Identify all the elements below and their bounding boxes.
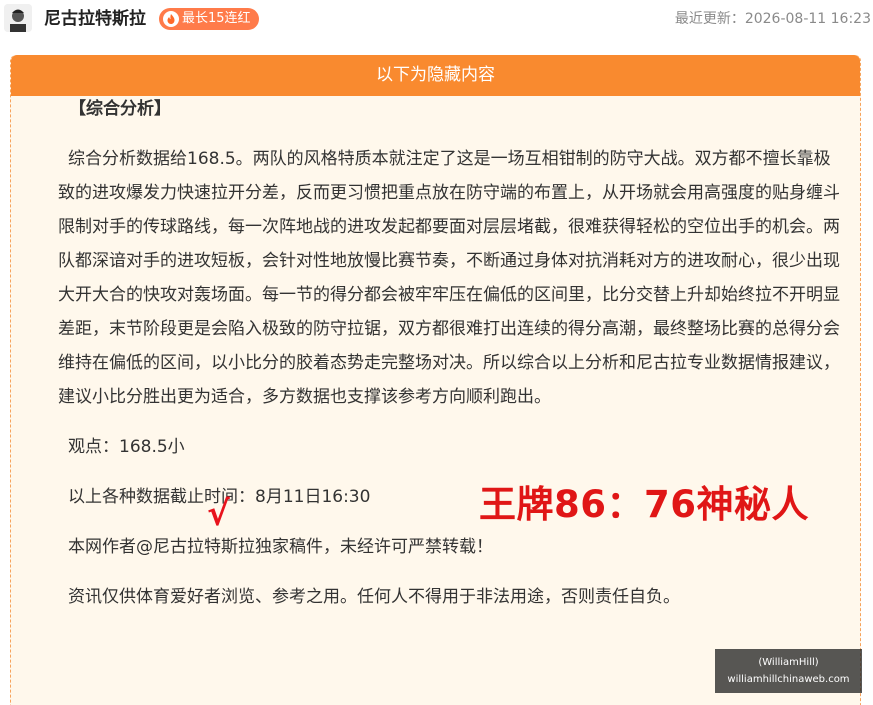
watermark-line-1: (WilliamHill): [758, 657, 819, 668]
check-mark-annotation: √: [207, 494, 230, 534]
streak-badge-label: 最长15连红: [182, 11, 251, 26]
analysis-paragraph: 综合分析数据给168.5。两队的风格特质本就注定了这是一场互相钳制的防守大战。双…: [57, 142, 847, 414]
author-name[interactable]: 尼古拉特斯拉: [44, 8, 146, 30]
disclaimer-line: 资讯仅供体育爱好者浏览、参考之用。任何人不得用于非法用途，否则责任自负。: [68, 587, 680, 607]
final-score-annotation: 王牌86：76神秘人: [479, 483, 809, 526]
hidden-content-title: 以下为隐藏内容: [11, 55, 860, 96]
article-body: 【综合分析】 综合分析数据给168.5。两队的风格特质本就注定了这是一场互相钳制…: [57, 92, 847, 614]
flame-icon: [163, 11, 179, 27]
analysis-paragraph-text: 综合分析数据给168.5。两队的风格特质本就注定了这是一场互相钳制的防守大战。双…: [58, 149, 840, 407]
streak-badge: 最长15连红: [159, 8, 259, 30]
avatar-portrait-icon: [4, 4, 32, 32]
copyright-line: 本网作者@尼古拉特斯拉独家稿件，未经许可严禁转载！: [68, 537, 493, 557]
watermark-overlay: (WilliamHill) williamhillchinaweb.com: [715, 649, 862, 693]
section-title: 【综合分析】: [69, 99, 171, 119]
last-updated-time: 最近更新：2026-08-11 16:23: [674, 11, 871, 27]
author-avatar[interactable]: [4, 4, 32, 32]
watermark-line-2: williamhillchinaweb.com: [727, 674, 850, 685]
viewpoint-line: 观点：168.5小: [68, 437, 185, 457]
article-header: 尼古拉特斯拉 最长15连红 最近更新：2026-08-11 16:23: [0, 0, 873, 40]
